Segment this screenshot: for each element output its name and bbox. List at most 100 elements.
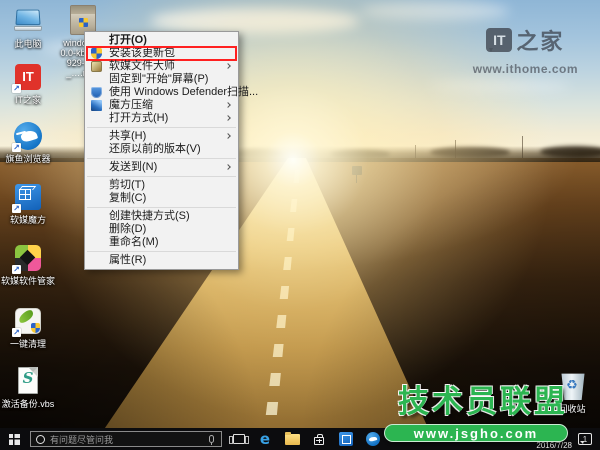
menu-item-label: 还原以前的版本(V) [109,143,201,155]
menu-item[interactable]: 固定到"开始"屏幕(P) [85,73,238,86]
menu-item[interactable]: 还原以前的版本(V) [85,143,238,156]
desktop-icon-sailfish-browser[interactable]: 旗鱼浏览器 [0,120,56,164]
submenu-chevron-icon [225,164,231,170]
menu-item[interactable]: 属性(R) [85,254,238,267]
tree-silhouette [430,147,510,158]
windows-store-button[interactable] [306,428,332,450]
start-button[interactable] [0,428,28,450]
icon-label: 软媒魔方 [9,215,46,225]
menu-item-label: 复制(C) [109,192,147,204]
ithome-watermark: IT 之家 www.ithome.com [473,24,578,76]
desktop-icon-ruanmei-mofang[interactable]: 软媒魔方 [0,181,56,225]
menu-item[interactable]: 重命名(M) [85,236,238,249]
menu-item-label: 剪切(T) [109,179,146,191]
sailfish-browser-icon [12,120,44,152]
menu-item[interactable]: 打开(O) [85,34,238,47]
desktop-icon-this-pc[interactable]: 此电脑 [0,5,56,49]
icon-label: 一键清理 [9,339,46,349]
menu-item-label: 创建快捷方式(S) [109,210,190,222]
menu-item-label: 属性(R) [109,254,147,266]
mofang-cube-icon [12,181,44,213]
ithome-logo-text: 之家 [516,29,565,55]
tree-silhouette [330,150,390,159]
power-pole [522,136,523,158]
cloud [430,80,570,92]
mofang-taskbar-button[interactable] [333,428,359,450]
taskbar-date[interactable]: 2016/7/28 [536,441,572,450]
store-bag-icon [314,433,324,445]
power-pole [415,145,416,158]
ithome-url: www.ithome.com [472,62,578,76]
menu-item-label: 固定到"开始"屏幕(P) [109,73,209,85]
menu-item-label: 打开(O) [109,34,147,46]
road-sign [352,166,362,183]
submenu-chevron-icon [225,115,231,121]
submenu-chevron-icon [225,102,231,108]
task-view-button[interactable] [226,428,252,450]
icon-label: 旗鱼浏览器 [5,154,51,164]
menu-item-label: 魔方压缩 [109,99,153,111]
menu-item-label: 软媒文件大师 [109,60,175,72]
menu-item[interactable]: 使用 Windows Defender扫描... [85,86,258,99]
sailfish-taskbar-button[interactable] [360,428,386,450]
submenu-chevron-icon [225,133,231,139]
shortcut-arrow-icon [12,143,21,152]
action-center-button[interactable]: 1 [578,433,592,445]
menu-separator [87,207,236,208]
ithome-app-icon: IT [12,61,44,93]
menu-item[interactable]: 发送到(N) [85,161,238,174]
task-view-icon [229,434,249,444]
uac-shield-icon [91,48,102,59]
clean-broom-icon [12,305,44,337]
menu-item-label: 使用 Windows Defender扫描... [109,86,259,98]
menu-item-annotated[interactable]: 安装该更新包 [85,46,238,61]
desktop-icon-one-click-clean[interactable]: 一键清理 [0,305,56,349]
ithome-logo-icon: IT [486,28,513,52]
menu-separator [87,176,236,177]
menu-item-label: 删除(D) [109,223,147,235]
edge-browser-button[interactable]: e [252,428,278,450]
file-master-icon [91,61,102,72]
icon-label: 激活备份.vbs [1,399,55,409]
file-explorer-button[interactable] [279,428,305,450]
menu-separator [87,158,236,159]
jsgho-watermark-name: 技术员联盟 [398,384,568,419]
this-pc-icon [12,5,44,37]
desktop-screen: IT 之家 www.ithome.com 技术员联盟 www.jsgho.com… [0,0,600,450]
sailfish-icon [366,432,380,446]
menu-item[interactable]: 删除(D) [85,223,238,236]
menu-item[interactable]: 软媒文件大师 [85,60,238,73]
menu-item[interactable]: 魔方压缩 [85,99,238,112]
microphone-icon[interactable] [209,435,214,445]
vbs-script-icon: S [12,365,44,397]
shortcut-arrow-icon [12,204,21,213]
menu-item-label: 安装该更新包 [109,47,175,59]
cloud [360,2,510,20]
menu-item[interactable]: 剪切(T) [85,179,238,192]
menu-item[interactable]: 共享(H) [85,130,238,143]
submenu-chevron-icon [225,63,231,69]
menu-separator [87,251,236,252]
menu-separator [87,127,236,128]
search-input[interactable]: 有问题尽管问我 [30,431,222,447]
shortcut-arrow-icon [12,265,21,274]
software-manager-icon [12,242,44,274]
mofang-cube-icon [339,432,353,446]
desktop-icon-software-manager[interactable]: 软媒软件管家 [0,242,56,286]
windows-logo-icon [8,433,20,445]
context-menu: 打开(O) 安装该更新包 软媒文件大师 固定到"开始"屏幕(P) 使用 Wind… [84,31,258,270]
menu-item[interactable]: 创建快捷方式(S) [85,210,238,223]
desktop-icon-activation-backup[interactable]: S 激活备份.vbs [0,365,56,409]
icon-label: IT之家 [15,95,41,105]
jsgho-watermark-url: www.jsgho.com [384,424,568,442]
desktop-icon-ithome[interactable]: IT IT之家 [0,61,56,105]
shortcut-arrow-icon [12,328,21,337]
menu-item[interactable]: 复制(C) [85,192,238,205]
icon-label: 软媒软件管家 [0,276,55,286]
menu-item-label: 发送到(N) [109,161,158,173]
menu-item[interactable]: 打开方式(H) [85,112,238,125]
tree-silhouette [540,146,600,158]
search-placeholder: 有问题尽管问我 [50,434,114,445]
cortana-icon [36,434,45,444]
folder-icon [284,431,300,445]
